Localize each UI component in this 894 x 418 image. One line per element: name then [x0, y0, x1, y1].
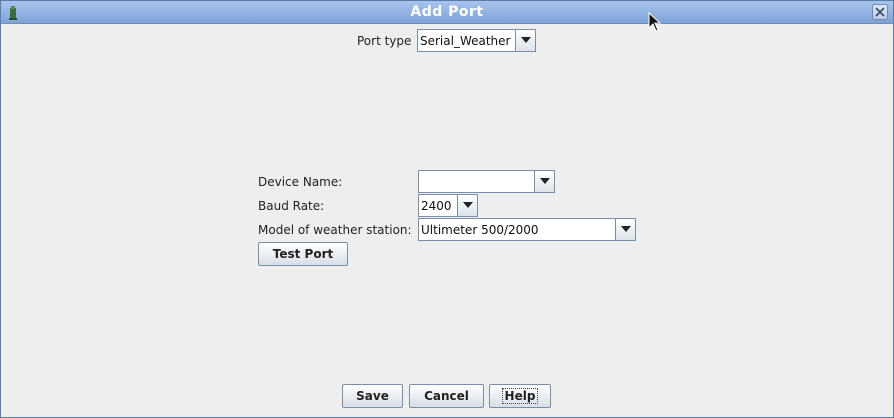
close-button[interactable] — [872, 4, 888, 20]
help-button-label: Help — [501, 388, 539, 404]
title-bar[interactable]: Add Port — [1, 1, 893, 24]
weather-model-dropdown-button[interactable] — [615, 219, 635, 240]
window-title: Add Port — [410, 4, 484, 20]
port-type-dropdown-button[interactable] — [515, 30, 535, 51]
baud-rate-select[interactable]: 2400 — [418, 194, 478, 217]
close-icon — [875, 7, 885, 17]
mouse-cursor-icon — [648, 12, 662, 32]
help-button[interactable]: Help — [489, 384, 551, 408]
chevron-down-icon — [521, 37, 531, 43]
device-name-label: Device Name: — [258, 175, 343, 189]
weather-model-label: Model of weather station: — [258, 223, 412, 237]
test-port-button[interactable]: Test Port — [258, 242, 348, 266]
chevron-down-icon — [621, 226, 631, 232]
port-type-label: Port type — [357, 34, 412, 48]
cancel-button[interactable]: Cancel — [409, 384, 484, 408]
baud-rate-dropdown-button[interactable] — [457, 195, 477, 216]
baud-rate-value: 2400 — [421, 199, 452, 213]
baud-rate-label: Baud Rate: — [258, 199, 325, 213]
port-type-value: Serial_Weather — [420, 34, 511, 48]
save-button[interactable]: Save — [342, 384, 403, 408]
device-name-combo[interactable] — [418, 170, 555, 193]
weather-model-select[interactable]: Ultimeter 500/2000 — [418, 218, 636, 241]
chevron-down-icon — [540, 178, 550, 184]
chevron-down-icon — [463, 202, 473, 208]
device-name-dropdown-button[interactable] — [534, 171, 554, 192]
weather-model-value: Ultimeter 500/2000 — [421, 223, 539, 237]
port-type-select[interactable]: Serial_Weather — [417, 29, 536, 52]
